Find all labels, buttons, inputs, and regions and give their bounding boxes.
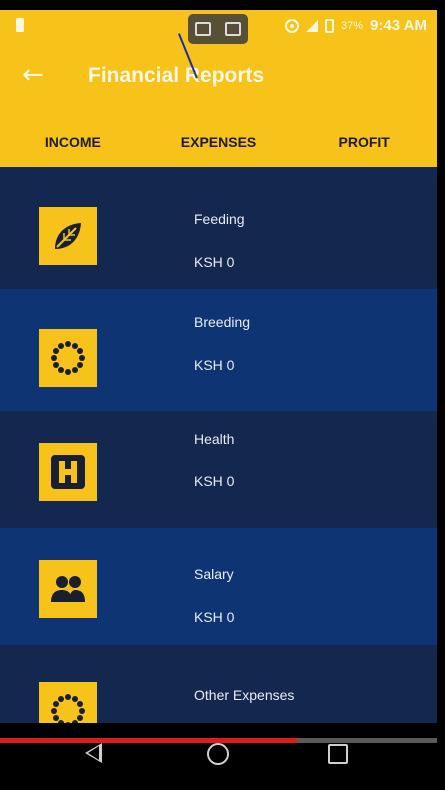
list-item[interactable]: Salary KSH 0 [0,528,437,645]
list-item[interactable]: Health KSH 0 [0,411,437,528]
expense-name: Other Expenses [194,687,295,703]
eye-icon [285,18,299,33]
expense-amount: KSH 0 [194,357,235,373]
people-icon [39,560,97,618]
list-item[interactable]: Breeding KSH 0 [0,289,437,411]
signal-icon [306,19,318,32]
video-progress-fill [0,738,298,743]
battery-icon [325,18,334,33]
expense-list: Feeding KSH 0 Breeding KSH 0 Health KSH … [0,167,437,723]
list-item[interactable]: Feeding KSH 0 [0,167,437,289]
back-arrow-icon[interactable]: ← [22,60,44,90]
sim-icon [16,18,24,32]
tab-profit[interactable]: PROFIT [291,128,437,167]
expense-name: Health [194,431,235,447]
video-progress-bar[interactable] [0,738,437,743]
nav-home-icon[interactable] [207,743,229,765]
status-icons: 37% 9:43 AM [285,17,427,34]
system-navbar [0,723,437,790]
expense-name: Salary [194,566,234,582]
frame-edge [437,0,445,790]
battery-percent: 37% [341,19,364,32]
sun-dots-icon [39,329,97,387]
hospital-icon [39,443,97,501]
expense-name: Breeding [194,314,251,330]
leaf-icon [39,207,97,265]
expense-amount: KSH 0 [194,609,235,625]
sun-dots-icon [39,682,97,723]
toolbar: ← Financial Reports [0,50,437,110]
page-title: Financial Reports [88,64,265,87]
list-item[interactable]: Other Expenses [0,645,437,723]
minimize-icon[interactable] [195,22,211,36]
expense-amount: KSH 0 [194,254,235,270]
cast-icon[interactable] [225,22,241,36]
app-screen: 37% 9:43 AM ← Financial Reports INCOME E… [0,0,437,790]
clock: 9:43 AM [370,17,427,34]
nav-back-icon[interactable] [85,743,102,763]
cast-overlay[interactable] [188,14,248,44]
expense-name: Feeding [194,211,245,227]
expense-amount: KSH 0 [194,473,235,489]
nav-recents-icon[interactable] [328,744,348,764]
tab-income[interactable]: INCOME [0,128,146,167]
